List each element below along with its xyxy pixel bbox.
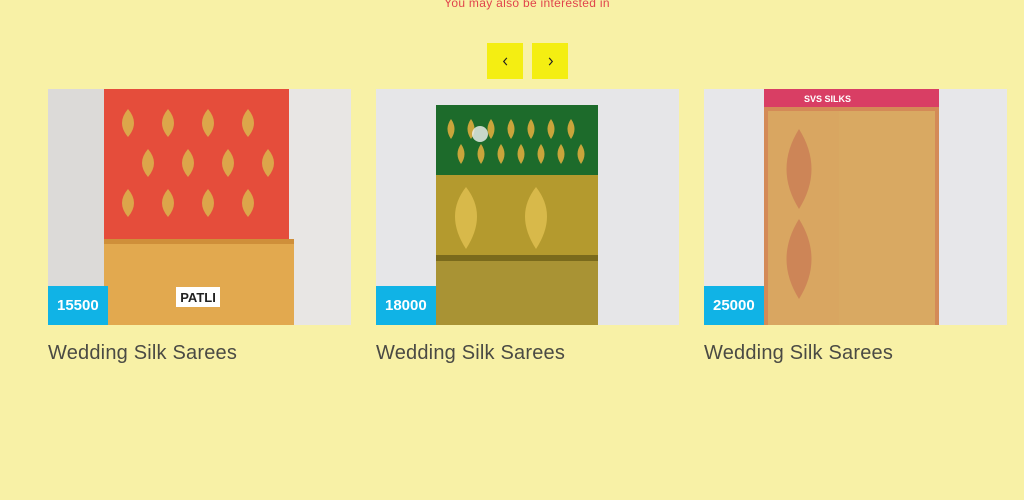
next-button[interactable]: [532, 43, 568, 79]
brand-logo-text: SVS SILKS: [804, 94, 851, 104]
saree-tag: PATLI: [180, 290, 216, 305]
product-list: PATLI 15500 Wedding Silk Sarees 18000 We…: [48, 89, 1007, 365]
price-badge: 15500: [48, 286, 108, 325]
product-title[interactable]: Wedding Silk Sarees: [48, 342, 351, 365]
chevron-left-icon: [502, 57, 507, 65]
product-image[interactable]: 18000: [376, 89, 679, 325]
carousel-nav: [487, 43, 568, 79]
prev-button[interactable]: [487, 43, 523, 79]
chevron-right-icon: [548, 57, 553, 65]
product-card[interactable]: SVS SILKS 25000 Wedding Silk Sarees: [704, 89, 1007, 365]
product-image[interactable]: SVS SILKS 25000: [704, 89, 1007, 325]
section-heading: You may also be interested in: [444, 0, 610, 10]
product-image[interactable]: PATLI 15500: [48, 89, 351, 325]
product-title[interactable]: Wedding Silk Sarees: [704, 342, 1007, 365]
price-badge: 25000: [704, 286, 764, 325]
page: You may also be interested in PATLI 1550…: [0, 0, 1024, 500]
price-badge: 18000: [376, 286, 436, 325]
product-card[interactable]: 18000 Wedding Silk Sarees: [376, 89, 679, 365]
product-card[interactable]: PATLI 15500 Wedding Silk Sarees: [48, 89, 351, 365]
product-title[interactable]: Wedding Silk Sarees: [376, 342, 679, 365]
